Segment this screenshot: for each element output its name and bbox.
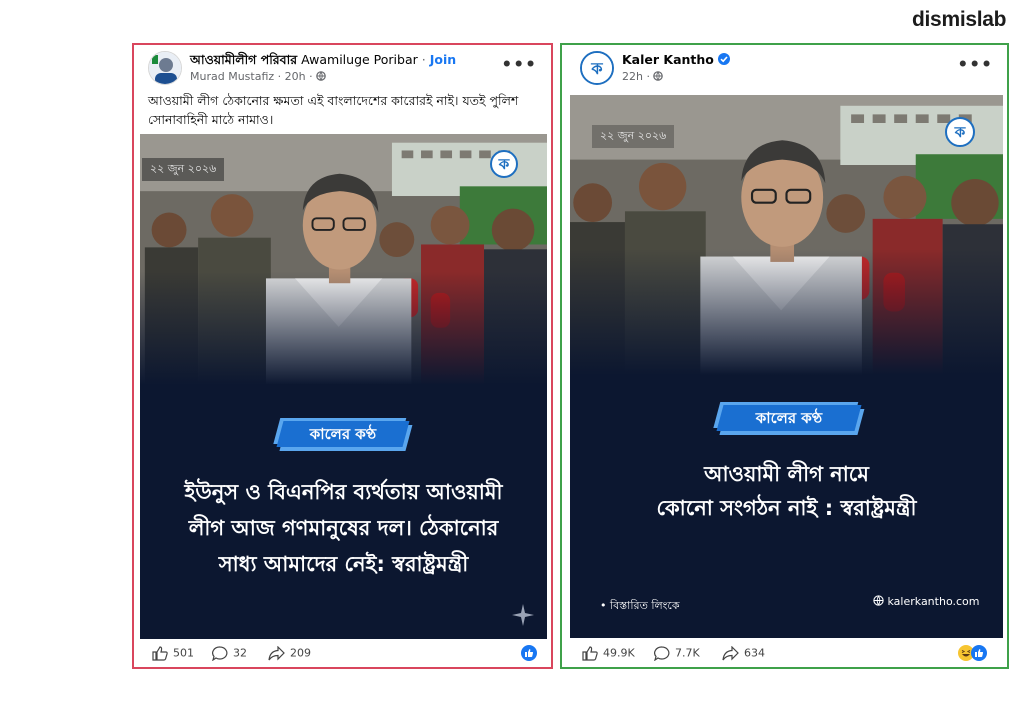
like-count: 49.9K (603, 646, 635, 660)
share-stat[interactable]: 209 (268, 645, 311, 661)
separator-dot: · (277, 70, 282, 83)
post-header: আওয়ামীলীগ পরিবার Awamiluge Poribar · Jo… (148, 51, 537, 91)
site-url: kalerkantho.com (873, 595, 979, 608)
post-time[interactable]: 22h (622, 70, 643, 83)
share-icon (722, 645, 739, 661)
page-name[interactable]: Kaler Kantho (622, 52, 714, 67)
dismislab-logo: dismislab (912, 8, 1007, 31)
join-button[interactable]: Join (430, 52, 456, 67)
group-name-latin[interactable]: Awamiluge Poribar (301, 52, 418, 67)
sparkle-icon (512, 604, 534, 626)
share-stat[interactable]: 634 (722, 645, 765, 661)
group-avatar[interactable] (148, 51, 182, 85)
comment-count: 7.7K (675, 646, 700, 660)
right-post-card: ক Kaler Kantho 22h · ••• ২২ জুন ২০২৬ ক ক… (560, 43, 1009, 669)
page-avatar[interactable]: ক (580, 51, 614, 85)
reaction-icons[interactable] (521, 645, 537, 664)
headline-line: আওয়ামী লীগ নামে (704, 462, 869, 486)
post-caption: আওয়ামী লীগ ঠেকানোর ক্ষমতা এই বাংলাদেশের… (148, 93, 519, 127)
group-name-line: আওয়ামীলীগ পরিবার Awamiluge Poribar · Jo… (190, 52, 456, 72)
author-name[interactable]: Murad Mustafiz (190, 70, 274, 83)
site-url-text: kalerkantho.com (887, 595, 980, 608)
kaler-kantho-watermark-icon: ক (945, 117, 975, 147)
separator-dot: · (309, 70, 313, 83)
details-note: • বিস্তারিত লিংকে (600, 597, 680, 616)
like-icon (582, 646, 598, 661)
image-headline: ইউনুস ও বিএনপির ব্যর্থতায় আওয়ামী লীগ আ… (150, 474, 537, 582)
post-meta: Murad Mustafiz · 20h · (190, 70, 326, 83)
separator-dot: · (646, 70, 650, 83)
headline-line: কোনো সংগঠন নাই : স্বরাষ্ট্রমন্ত্রী (656, 496, 917, 520)
globe-icon (653, 71, 664, 81)
headline-line: সাধ্য আমাদের নেই: স্বরাষ্ট্রমন্ত্রী (218, 552, 469, 576)
share-count: 209 (290, 646, 311, 660)
like-reaction-icon (971, 645, 987, 661)
like-stat[interactable]: 501 (152, 646, 194, 661)
bullet-icon: • (600, 599, 607, 612)
post-time[interactable]: 20h (285, 70, 306, 83)
comment-stat[interactable]: 7.7K (653, 646, 700, 662)
globe-icon (316, 71, 326, 81)
comment-stat[interactable]: 32 (211, 646, 247, 662)
like-icon (152, 646, 168, 661)
comment-icon (653, 646, 670, 662)
headline-line: ইউনুস ও বিএনপির ব্যর্থতায় আওয়ামী (184, 480, 503, 504)
image-date: ২২ জুন ২০২৬ (592, 125, 675, 148)
kaler-kantho-badge: কালের কণ্ঠ (716, 405, 862, 431)
comment-count: 32 (233, 646, 247, 660)
kaler-kantho-watermark-icon: ক (490, 150, 518, 178)
share-icon (268, 645, 285, 661)
separator-dot: · (421, 52, 426, 67)
image-headline: আওয়ামী লীগ নামে কোনো সংগঠন নাই : স্বরাষ… (580, 457, 993, 525)
badge-text: কালের কণ্ঠ (755, 409, 823, 427)
like-reaction-icon (521, 645, 537, 661)
post-meta: 22h · (622, 70, 664, 83)
image-date: ২২ জুন ২০২৬ (142, 158, 225, 181)
post-header: ক Kaler Kantho 22h · ••• (580, 51, 993, 91)
badge-text: কালের কণ্ঠ (309, 425, 377, 443)
group-name[interactable]: আওয়ামীলীগ পরিবার (190, 52, 297, 67)
like-count: 501 (173, 646, 194, 660)
details-text: বিস্তারিত লিংকে (610, 599, 680, 612)
post-image[interactable]: ২২ জুন ২০২৬ ক কালের কণ্ঠ আওয়ামী লীগ নাম… (570, 95, 1003, 638)
post-stats-bar: 501 32 209 (148, 641, 537, 667)
globe-icon (873, 595, 884, 606)
svg-text:ক: ক (590, 59, 603, 78)
post-image[interactable]: ২২ জুন ২০২৬ ক কালের কণ্ঠ ইউনুস ও বিএনপির… (140, 134, 547, 639)
post-stats-bar: 49.9K 7.7K 634 (582, 641, 993, 667)
reaction-icons[interactable] (958, 645, 987, 664)
comment-icon (211, 646, 228, 662)
page-name-line: Kaler Kantho (622, 52, 730, 67)
more-options-icon[interactable]: ••• (501, 55, 537, 75)
left-post-card: আওয়ামীলীগ পরিবার Awamiluge Poribar · Jo… (132, 43, 553, 669)
kaler-kantho-badge: কালের কণ্ঠ (276, 421, 410, 447)
like-stat[interactable]: 49.9K (582, 646, 635, 661)
more-options-icon[interactable]: ••• (957, 55, 993, 75)
share-count: 634 (744, 646, 765, 660)
verified-badge-icon (717, 53, 730, 65)
headline-line: লীগ আজ গণমানুষের দল। ঠেকানোর (188, 516, 499, 540)
